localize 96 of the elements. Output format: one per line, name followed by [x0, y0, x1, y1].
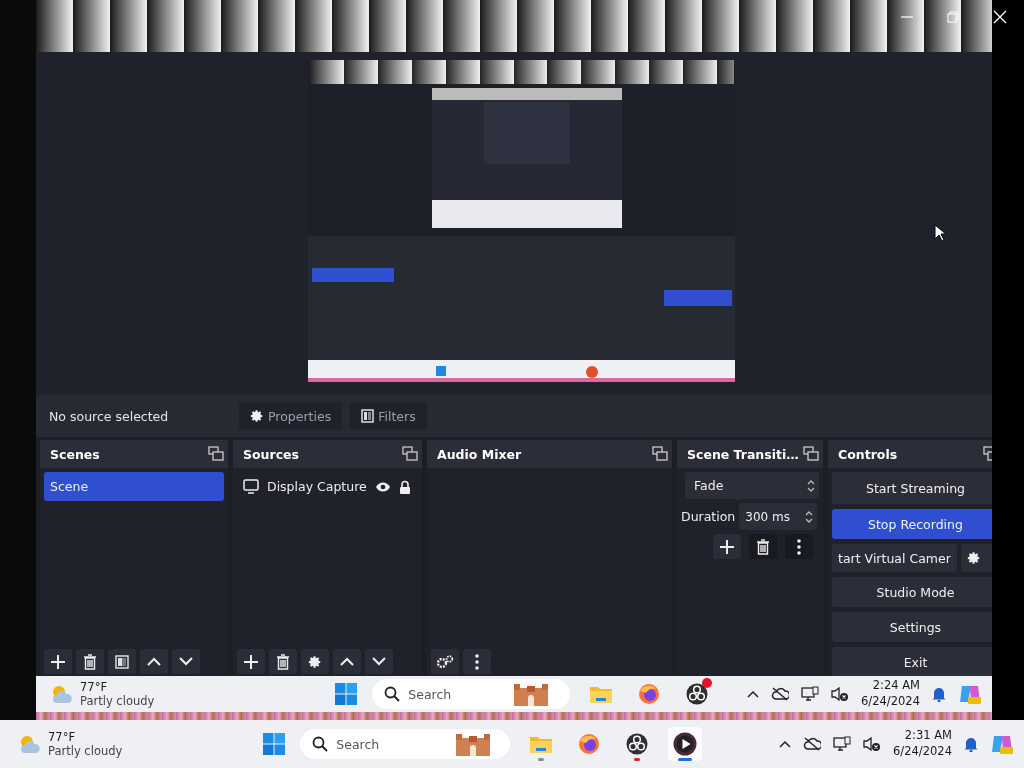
monitor-icon: [243, 479, 259, 494]
clock[interactable]: 2:31 AM 6/24/2024: [893, 728, 952, 760]
start-icon[interactable]: [262, 732, 287, 756]
monitor-icon[interactable]: [833, 736, 852, 752]
remove-button[interactable]: [269, 649, 297, 674]
temperature: 77°F: [80, 679, 108, 694]
settings-button[interactable]: [301, 649, 329, 674]
clock[interactable]: 2:24 AM 6/24/2024: [861, 678, 920, 710]
mixer-settings-button[interactable]: [431, 649, 459, 674]
search-field[interactable]: Search: [406, 685, 507, 703]
cloud-off-icon[interactable]: [803, 737, 822, 751]
add-button[interactable]: [713, 534, 741, 559]
plus-icon: [51, 654, 65, 669]
bell-icon[interactable]: [932, 686, 946, 702]
duration-label: Duration: [681, 509, 736, 524]
obs-icon: [626, 733, 649, 755]
start-icon[interactable]: [334, 682, 359, 706]
lock-icon[interactable]: [398, 479, 411, 494]
cloud-off-icon[interactable]: [771, 687, 790, 701]
gear-icon: [308, 654, 322, 669]
more-button[interactable]: [463, 649, 491, 674]
source-name[interactable]: Display Capture: [267, 479, 367, 494]
remove-button[interactable]: [76, 649, 104, 674]
control-button[interactable]: Settings: [832, 612, 992, 642]
move-up-button[interactable]: [140, 649, 168, 674]
bell-icon[interactable]: [964, 736, 978, 752]
control-button[interactable]: Stop Recording: [832, 509, 992, 539]
more-icon: [475, 653, 479, 670]
folder-icon: [589, 684, 614, 704]
close-icon[interactable]: [993, 10, 1007, 24]
dock-title: Controls: [838, 446, 898, 462]
remove-button[interactable]: [749, 534, 777, 559]
speaker-muted-icon[interactable]: [831, 686, 850, 702]
weather-text: Partly cloudy: [80, 694, 155, 709]
trash-icon: [756, 538, 770, 555]
move-up-button[interactable]: [333, 649, 361, 674]
chevron-up-icon[interactable]: [747, 690, 760, 698]
fox-globe-icon: [578, 733, 601, 755]
temperature: 77°F: [48, 729, 76, 744]
cursor-icon: [934, 224, 946, 242]
monitor-icon[interactable]: [801, 686, 820, 702]
search-field[interactable]: Search: [334, 735, 449, 753]
speaker-muted-icon[interactable]: [863, 736, 882, 752]
control-button[interactable]: Exit: [832, 647, 992, 677]
dock-title: Audio Mixer: [437, 446, 522, 462]
move-down-button[interactable]: [365, 649, 393, 674]
play-icon: [673, 732, 698, 756]
obs-icon: [686, 683, 709, 705]
folder-icon: [529, 734, 554, 754]
virtual-camera-button[interactable]: tart Virtual Camer: [832, 544, 957, 572]
scene-item[interactable]: Scene: [44, 472, 224, 501]
undock-icon[interactable]: [803, 446, 819, 462]
filter-icon: [361, 409, 375, 423]
plus-icon: [244, 654, 258, 669]
properties-button[interactable]: Properties: [239, 402, 343, 430]
gear-icon: [250, 409, 264, 423]
filter-icon: [115, 654, 129, 669]
control-button[interactable]: Studio Mode: [832, 577, 992, 607]
weather-text: Partly cloudy: [48, 744, 123, 759]
stepper-icon[interactable]: [805, 509, 814, 524]
transition-dropdown[interactable]: Fade: [685, 472, 819, 499]
fox-globe-icon: [638, 683, 661, 705]
search-bar[interactable]: Search: [372, 679, 571, 709]
undock-icon[interactable]: [402, 446, 418, 462]
trash-icon: [276, 653, 290, 670]
taskbar-app[interactable]: [668, 727, 703, 761]
move-down-button[interactable]: [172, 649, 200, 674]
status-text: No source selected: [49, 408, 170, 424]
undock-icon[interactable]: [208, 446, 224, 462]
dock-title: Scene Transiti…: [687, 446, 799, 462]
settings-button[interactable]: [960, 544, 992, 572]
search-icon: [312, 736, 329, 752]
weather-icon: [50, 683, 74, 705]
stepper-icon[interactable]: [807, 478, 815, 493]
eye-icon[interactable]: [374, 480, 391, 493]
plus-icon: [720, 539, 734, 554]
undock-icon[interactable]: [652, 446, 668, 462]
gear-icon: [966, 551, 981, 565]
dock-title: Sources: [243, 446, 299, 462]
palace-icon: [512, 682, 551, 706]
search-icon: [384, 686, 401, 702]
filters-button[interactable]: Filters: [350, 402, 427, 430]
gears-icon: [436, 654, 454, 669]
palace-icon: [454, 732, 493, 756]
duration-field[interactable]: 300 ms: [739, 503, 818, 530]
search-bar[interactable]: Search: [300, 729, 511, 759]
more-icon: [797, 538, 801, 555]
add-button[interactable]: [237, 649, 265, 674]
control-button[interactable]: Start Streaming: [832, 472, 992, 504]
chevron-up-icon[interactable]: [779, 740, 792, 748]
dock-title: Scenes: [50, 446, 100, 462]
weather-icon: [18, 733, 42, 755]
more-button[interactable]: [785, 534, 813, 559]
add-button[interactable]: [44, 649, 72, 674]
trash-icon: [83, 653, 97, 670]
filters-button[interactable]: [108, 649, 136, 674]
